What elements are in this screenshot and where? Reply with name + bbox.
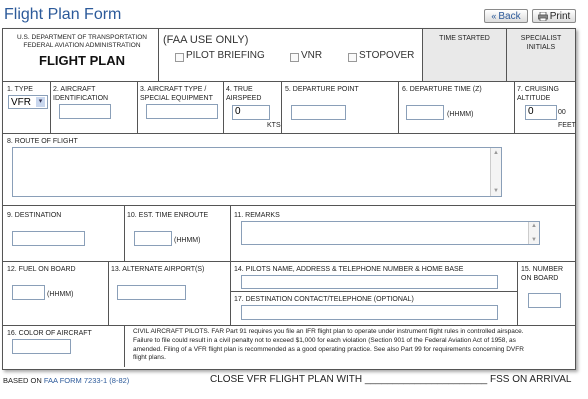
page-title: Flight Plan Form bbox=[4, 6, 122, 23]
time-started-label: TIME STARTED bbox=[439, 35, 490, 42]
close-flight-plan-note: CLOSE VFR FLIGHT PLAN WITH _____________… bbox=[210, 374, 572, 385]
aircraft-type-input[interactable] bbox=[146, 104, 218, 119]
scroll-up-icon: ▲ bbox=[493, 150, 499, 156]
route-label: 8. ROUTE OF FLIGHT bbox=[7, 138, 78, 145]
printer-icon bbox=[537, 11, 548, 21]
route-scrollbar[interactable]: ▲ ▼ bbox=[490, 148, 501, 196]
stopover-checkbox[interactable] bbox=[348, 53, 357, 62]
vnr-label: VNR bbox=[301, 50, 323, 61]
agency-line2: FEDERAL AVIATION ADMINISTRATION bbox=[23, 42, 141, 49]
print-button[interactable]: Print bbox=[532, 9, 576, 23]
est-time-format: (HHMM) bbox=[174, 237, 201, 244]
color-input[interactable] bbox=[12, 339, 71, 354]
fuel-input[interactable] bbox=[12, 285, 45, 300]
scroll-up-icon: ▲ bbox=[531, 223, 537, 229]
aircraft-type-label: 3. AIRCRAFT TYPE / SPECIAL EQUIPMENT bbox=[140, 86, 213, 102]
number-on-board-input[interactable] bbox=[528, 293, 561, 308]
destination-contact-input[interactable] bbox=[241, 305, 498, 320]
true-airspeed-input[interactable]: 0 bbox=[232, 105, 270, 120]
feet-label: FEET bbox=[558, 122, 576, 129]
alternate-airport-input[interactable] bbox=[117, 285, 186, 300]
departure-point-input[interactable] bbox=[291, 105, 346, 120]
specialist-initials-label: SPECIALIST INITIALS bbox=[520, 35, 562, 51]
remarks-textarea[interactable]: ▲ ▼ bbox=[241, 221, 540, 245]
aircraft-id-input[interactable] bbox=[59, 104, 111, 119]
color-label: 16. COLOR OF AIRCRAFT bbox=[7, 330, 92, 337]
destination-contact-label: 17. DESTINATION CONTACT/TELEPHONE (OPTIO… bbox=[234, 296, 414, 303]
alternate-airport-label: 13. ALTERNATE AIRPORT(S) bbox=[111, 266, 205, 273]
aircraft-id-label: 2. AIRCRAFT IDENTIFICATION bbox=[53, 86, 109, 102]
departure-point-label: 5. DEPARTURE POINT bbox=[285, 86, 359, 93]
scroll-down-icon: ▼ bbox=[493, 188, 499, 194]
back-arrow-icon: « bbox=[491, 11, 497, 21]
type-label: 1. TYPE bbox=[7, 86, 33, 93]
chevron-down-icon: ▾ bbox=[36, 97, 45, 107]
remarks-label: 11. REMARKS bbox=[234, 212, 280, 219]
remarks-scrollbar[interactable]: ▲ ▼ bbox=[528, 222, 539, 244]
route-textarea[interactable]: ▲ ▼ bbox=[12, 147, 502, 197]
destination-input[interactable] bbox=[12, 231, 85, 246]
faa-use-heading: (FAA USE ONLY) bbox=[163, 34, 249, 46]
type-value: VFR bbox=[11, 96, 31, 108]
scroll-down-icon: ▼ bbox=[531, 237, 537, 243]
est-time-label: 10. EST. TIME ENROUTE bbox=[127, 212, 209, 219]
civil-pilots-notice: CIVIL AIRCRAFT PILOTS. FAR Part 91 requi… bbox=[133, 328, 524, 362]
kts-label: KTS bbox=[267, 122, 281, 129]
altitude-suffix: 00 bbox=[558, 109, 566, 116]
cruising-altitude-input[interactable]: 0 bbox=[525, 105, 557, 120]
pilot-briefing-checkbox[interactable] bbox=[175, 53, 184, 62]
true-airspeed-label: 4. TRUE AIRSPEED bbox=[226, 86, 262, 102]
fuel-label: 12. FUEL ON BOARD bbox=[7, 266, 76, 273]
departure-time-input[interactable] bbox=[406, 105, 444, 120]
departure-time-label: 6. DEPARTURE TIME (Z) bbox=[402, 86, 482, 93]
back-button[interactable]: « Back bbox=[484, 9, 528, 23]
form-name: FLIGHT PLAN bbox=[39, 53, 125, 68]
pilot-briefing-label: PILOT BRIEFING bbox=[186, 50, 265, 61]
type-select[interactable]: VFR ▾ bbox=[8, 95, 48, 109]
est-time-input[interactable] bbox=[134, 231, 172, 246]
based-on-footer: BASED ON FAA FORM 7233-1 (8-82) bbox=[3, 376, 129, 385]
fuel-format: (HHMM) bbox=[47, 291, 74, 298]
pilot-info-input[interactable] bbox=[241, 275, 498, 289]
destination-label: 9. DESTINATION bbox=[7, 212, 62, 219]
print-label: Print bbox=[549, 10, 571, 22]
based-on-label: BASED ON bbox=[3, 376, 42, 385]
back-label: Back bbox=[498, 10, 521, 22]
form-reference-link[interactable]: FAA FORM 7233-1 (8-82) bbox=[44, 376, 129, 385]
stopover-label: STOPOVER bbox=[359, 50, 415, 61]
cruising-altitude-label: 7. CRUISING ALTITUDE bbox=[517, 86, 560, 102]
pilot-info-label: 14. PILOTS NAME, ADDRESS & TELEPHONE NUM… bbox=[234, 266, 464, 273]
departure-time-format: (HHMM) bbox=[447, 111, 474, 118]
vnr-checkbox[interactable] bbox=[290, 53, 299, 62]
number-on-board-label: 15. NUMBER ON BOARD bbox=[521, 266, 564, 282]
flight-plan-form: U.S. DEPARTMENT OF TRANSPORTATION FEDERA… bbox=[2, 28, 576, 370]
agency-line1: U.S. DEPARTMENT OF TRANSPORTATION bbox=[17, 34, 147, 41]
